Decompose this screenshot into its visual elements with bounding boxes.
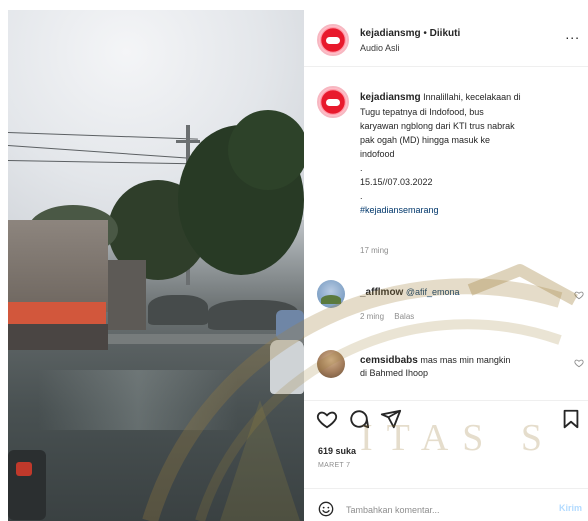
post-comment-button[interactable]: Kirim: [559, 503, 582, 513]
divider: [304, 488, 588, 489]
wet-road: [8, 340, 304, 521]
scooter: [270, 340, 304, 394]
post-date: MARET 7: [318, 462, 351, 469]
instagram-post-view: kejadiansmg • Diikuti Audio Asli ... kej…: [0, 0, 588, 521]
more-options-icon[interactable]: ...: [565, 26, 580, 42]
divider: [304, 66, 588, 67]
crowd: [148, 295, 208, 325]
comment-avatar[interactable]: [317, 350, 345, 378]
like-icon[interactable]: [316, 408, 338, 430]
caption-username[interactable]: kejadiansmg: [360, 92, 421, 103]
caption-time-ago: 17 ming: [360, 246, 389, 255]
caption-line: indofood: [360, 149, 395, 159]
comment-text: cemsidbabs mas mas min mangkin di Bahmed…: [360, 354, 572, 380]
caption-line: .: [360, 163, 363, 173]
divider: [304, 400, 588, 401]
audio-link[interactable]: Audio Asli: [360, 43, 400, 53]
comment-body: mas mas min mangkin: [420, 355, 511, 365]
account-avatar[interactable]: [317, 24, 349, 56]
caption-line: .: [360, 191, 363, 201]
add-comment-bar: Kirim: [304, 496, 588, 521]
like-count[interactable]: 619 suka: [318, 446, 356, 456]
scooter-rider: [276, 310, 304, 340]
tree: [228, 110, 304, 190]
comment-text: _afflmow @afif_emona: [360, 287, 560, 298]
motorbike-taillight: [16, 462, 32, 476]
caption-hashtag[interactable]: #kejadiansemarang: [360, 203, 582, 217]
comment-icon[interactable]: [348, 408, 370, 430]
truck-bed: [8, 324, 108, 350]
save-icon[interactable]: [560, 408, 582, 430]
comment-input[interactable]: [346, 503, 526, 517]
road-reflection: [38, 370, 238, 430]
emoji-icon[interactable]: [318, 501, 334, 517]
truck-red-panel: [8, 302, 106, 324]
header-username[interactable]: kejadiansmg: [360, 28, 421, 39]
share-icon[interactable]: [380, 408, 402, 430]
post-actions-bar: [304, 408, 588, 436]
comment-avatar[interactable]: [317, 280, 345, 308]
comment-mention[interactable]: @afif_emona: [406, 287, 460, 297]
caption-line: Tugu tepatnya di Indofood, bus: [360, 107, 484, 117]
post-header: kejadiansmg • Diikuti Audio Asli ...: [304, 10, 588, 66]
comment-body: di Bahmed Ihoop: [360, 368, 429, 378]
caption-line: karyawan ngblong dari KTI trus nabrak: [360, 121, 515, 131]
comment-like-icon[interactable]: [574, 290, 584, 300]
following-button[interactable]: Diikuti: [430, 28, 461, 39]
caption-line: Innalillahi, kecelakaan di: [423, 92, 521, 102]
header-separator: •: [423, 28, 427, 39]
comment-username[interactable]: _afflmow: [360, 287, 403, 298]
utility-pole-arm: [176, 140, 200, 143]
truck-container: [8, 220, 108, 312]
truck-cab: [108, 260, 146, 330]
post-caption: kejadiansmg Innalillahi, kecelakaan di T…: [360, 90, 582, 217]
reply-button[interactable]: Balas: [394, 312, 414, 321]
caption-timestamp: 15.15//07.03.2022: [360, 177, 433, 187]
comment-time: 2 ming: [360, 312, 385, 321]
post-video[interactable]: [8, 10, 304, 521]
caption-avatar[interactable]: [317, 86, 349, 118]
post-details-panel: kejadiansmg • Diikuti Audio Asli ... kej…: [304, 10, 588, 521]
motorbike: [8, 450, 46, 520]
comment-meta: 2 ming Balas: [360, 312, 422, 321]
comment-username[interactable]: cemsidbabs: [360, 355, 418, 366]
caption-line: pak ogah (MD) hingga masuk ke: [360, 135, 491, 145]
header-title: kejadiansmg • Diikuti: [360, 28, 460, 39]
comment-like-icon[interactable]: [574, 358, 584, 368]
